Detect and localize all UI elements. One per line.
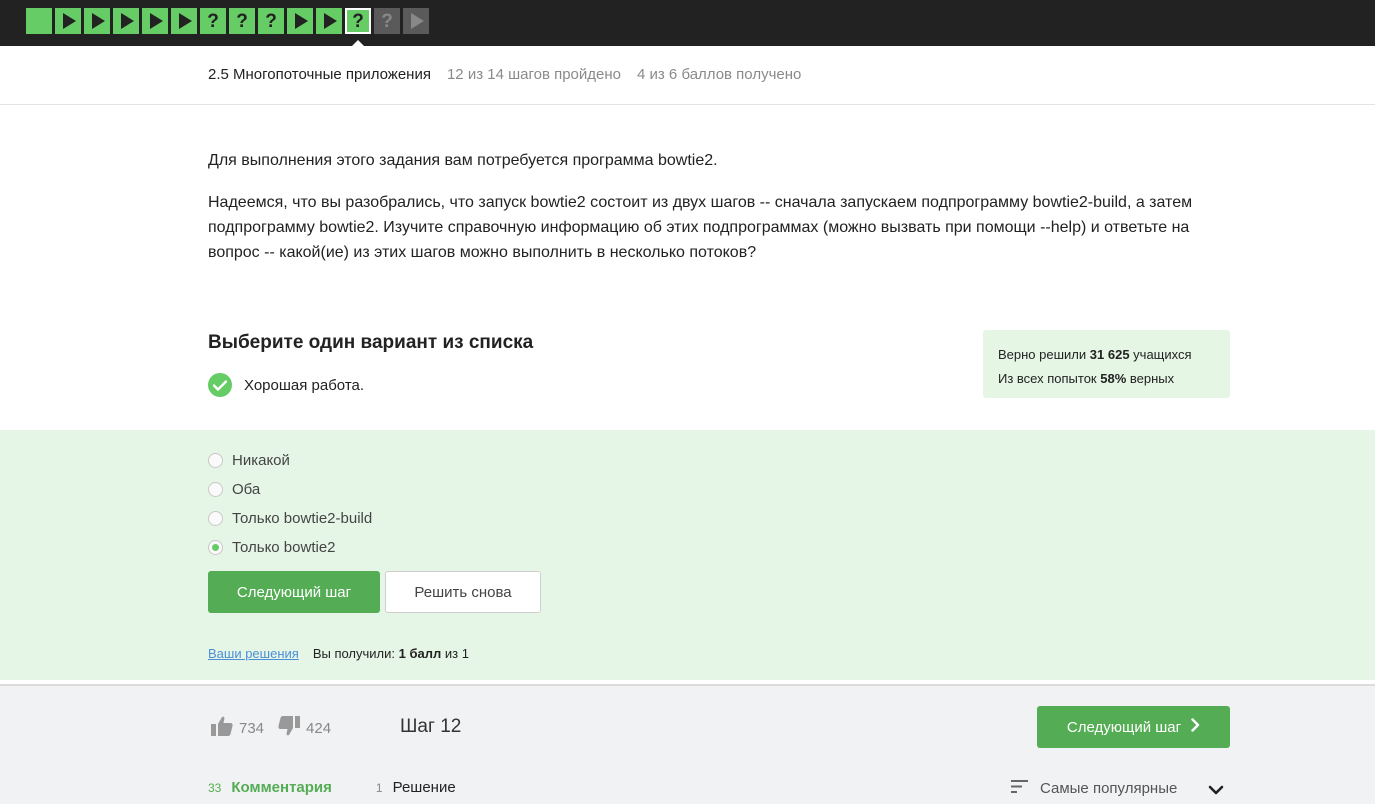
step-tile-11[interactable]	[316, 8, 342, 34]
answer-option[interactable]: Только bowtie2-build	[208, 504, 372, 533]
radio-button[interactable]	[208, 482, 223, 497]
play-icon	[92, 13, 105, 29]
stats-box: Верно решили 31 625 учащихся Из всех поп…	[983, 330, 1230, 398]
step-tile-4[interactable]	[113, 8, 139, 34]
dislike-button[interactable]: 424	[278, 716, 331, 740]
score-result: Вы получили: 1 балл из 1	[313, 646, 469, 661]
header-divider	[0, 104, 1375, 105]
answer-options: Никакой Оба Только bowtie2-build Только bow…	[208, 446, 372, 562]
lesson-header: 2.5 Многопоточные приложения 12 из 14 ша…	[208, 66, 801, 83]
chevron-down-icon[interactable]	[1208, 782, 1224, 800]
like-count: 734	[239, 719, 265, 737]
answer-option-label: Оба	[232, 481, 261, 498]
top-navigation-bar: ?????	[0, 0, 1375, 46]
step-tile-5[interactable]	[142, 8, 168, 34]
retry-button[interactable]: Решить снова	[385, 571, 541, 613]
step-tile-7[interactable]: ?	[200, 8, 226, 34]
step-tile-6[interactable]	[171, 8, 197, 34]
feedback-text: Хорошая работа.	[244, 376, 365, 394]
discussion-tabs: 33 Комментария 1 Решение	[208, 779, 456, 796]
score-result-prefix: Вы получили:	[312, 646, 396, 661]
play-icon	[411, 13, 424, 29]
description-paragraph-2: Надеемся, что вы разобрались, что запуск…	[208, 194, 1193, 261]
votes: 734 424	[211, 716, 345, 740]
step-tile-2[interactable]	[55, 8, 81, 34]
feedback: Хорошая работа.	[208, 373, 364, 397]
sort-selector[interactable]: Самые популярные	[1011, 780, 1177, 797]
step-tile-3[interactable]	[84, 8, 110, 34]
play-icon	[121, 13, 134, 29]
steps-progress: ?????	[26, 8, 429, 46]
answer-option[interactable]: Оба	[208, 475, 372, 504]
answer-option-label: Только bowtie2-build	[232, 510, 373, 527]
steps-progress-text: 12 из 14 шагов пройдено	[446, 66, 621, 83]
footer-next-step-button[interactable]: Следующий шаг	[1037, 706, 1230, 748]
score-result-suffix: из 1	[444, 646, 469, 661]
answer-option-label: Только bowtie2	[232, 539, 336, 556]
question-mark-icon: ?	[207, 10, 219, 32]
question-mark-icon: ?	[381, 10, 393, 32]
answer-option[interactable]: Никакой	[208, 446, 372, 475]
play-icon	[179, 13, 192, 29]
score-result-value: 1 балл	[398, 646, 442, 661]
dislike-count: 424	[306, 719, 332, 737]
radio-button[interactable]	[208, 511, 223, 526]
chevron-right-icon	[1191, 718, 1200, 736]
answer-option-label: Никакой	[232, 452, 290, 469]
step-tile-12[interactable]: ?	[345, 8, 371, 46]
question-mark-icon: ?	[352, 10, 364, 32]
solutions-count: 1	[375, 781, 383, 795]
step-tile-10[interactable]	[287, 8, 313, 34]
answer-area	[0, 430, 1375, 680]
description-paragraph-1: Для выполнения этого задания вам потребу…	[208, 152, 718, 169]
tab-solutions[interactable]: Решение	[393, 779, 456, 796]
solved-stat: Верно решили 31 625 учащихся	[998, 343, 1215, 367]
step-tile-13[interactable]: ?	[374, 8, 400, 34]
question-mark-icon: ?	[265, 10, 277, 32]
step-tile-8[interactable]: ?	[229, 8, 255, 34]
solutions-row: Ваши решения Вы получили: 1 балл из 1	[208, 646, 469, 661]
task-title: Выберите один вариант из списка	[208, 332, 534, 353]
answer-option[interactable]: Только bowtie2	[208, 533, 372, 562]
comments-count: 33	[208, 781, 222, 795]
sort-icon	[1011, 780, 1028, 797]
like-button[interactable]: 734	[211, 716, 264, 740]
solved-suffix: учащихся	[1133, 347, 1192, 362]
play-icon	[295, 13, 308, 29]
task-description: Для выполнения этого задания вам потребу…	[208, 148, 1238, 282]
play-icon	[150, 13, 163, 29]
lesson-title[interactable]: 2.5 Многопоточные приложения	[208, 66, 431, 83]
radio-button[interactable]	[208, 453, 223, 468]
attempts-prefix: Из всех попыток	[998, 371, 1097, 386]
attempts-percent: 58%	[1100, 371, 1127, 386]
your-solutions-link[interactable]: Ваши решения	[208, 646, 299, 661]
sort-label: Самые популярные	[1040, 780, 1178, 797]
attempts-stat: Из всех попыток 58% верных	[998, 367, 1215, 391]
solved-prefix: Верно решили	[998, 347, 1087, 362]
question-mark-icon: ?	[236, 10, 248, 32]
radio-button[interactable]	[208, 540, 223, 555]
step-number: Шаг 12	[400, 716, 462, 737]
step-tile-14[interactable]	[403, 8, 429, 34]
play-icon	[63, 13, 76, 29]
play-icon	[324, 13, 337, 29]
solved-count: 31 625	[1089, 347, 1130, 362]
attempts-suffix: верных	[1129, 371, 1175, 386]
score-text: 4 из 6 баллов получено	[637, 66, 802, 83]
tab-comments[interactable]: Комментария	[231, 779, 332, 796]
next-step-button[interactable]: Следующий шаг	[208, 571, 380, 613]
thumbs-up-icon	[211, 716, 233, 740]
step-tile-9[interactable]: ?	[258, 8, 284, 34]
thumbs-down-icon	[278, 716, 301, 740]
footer-next-label: Следующий шаг	[1066, 718, 1182, 736]
step-tile-1[interactable]	[26, 8, 52, 34]
check-circle-icon	[208, 373, 232, 397]
